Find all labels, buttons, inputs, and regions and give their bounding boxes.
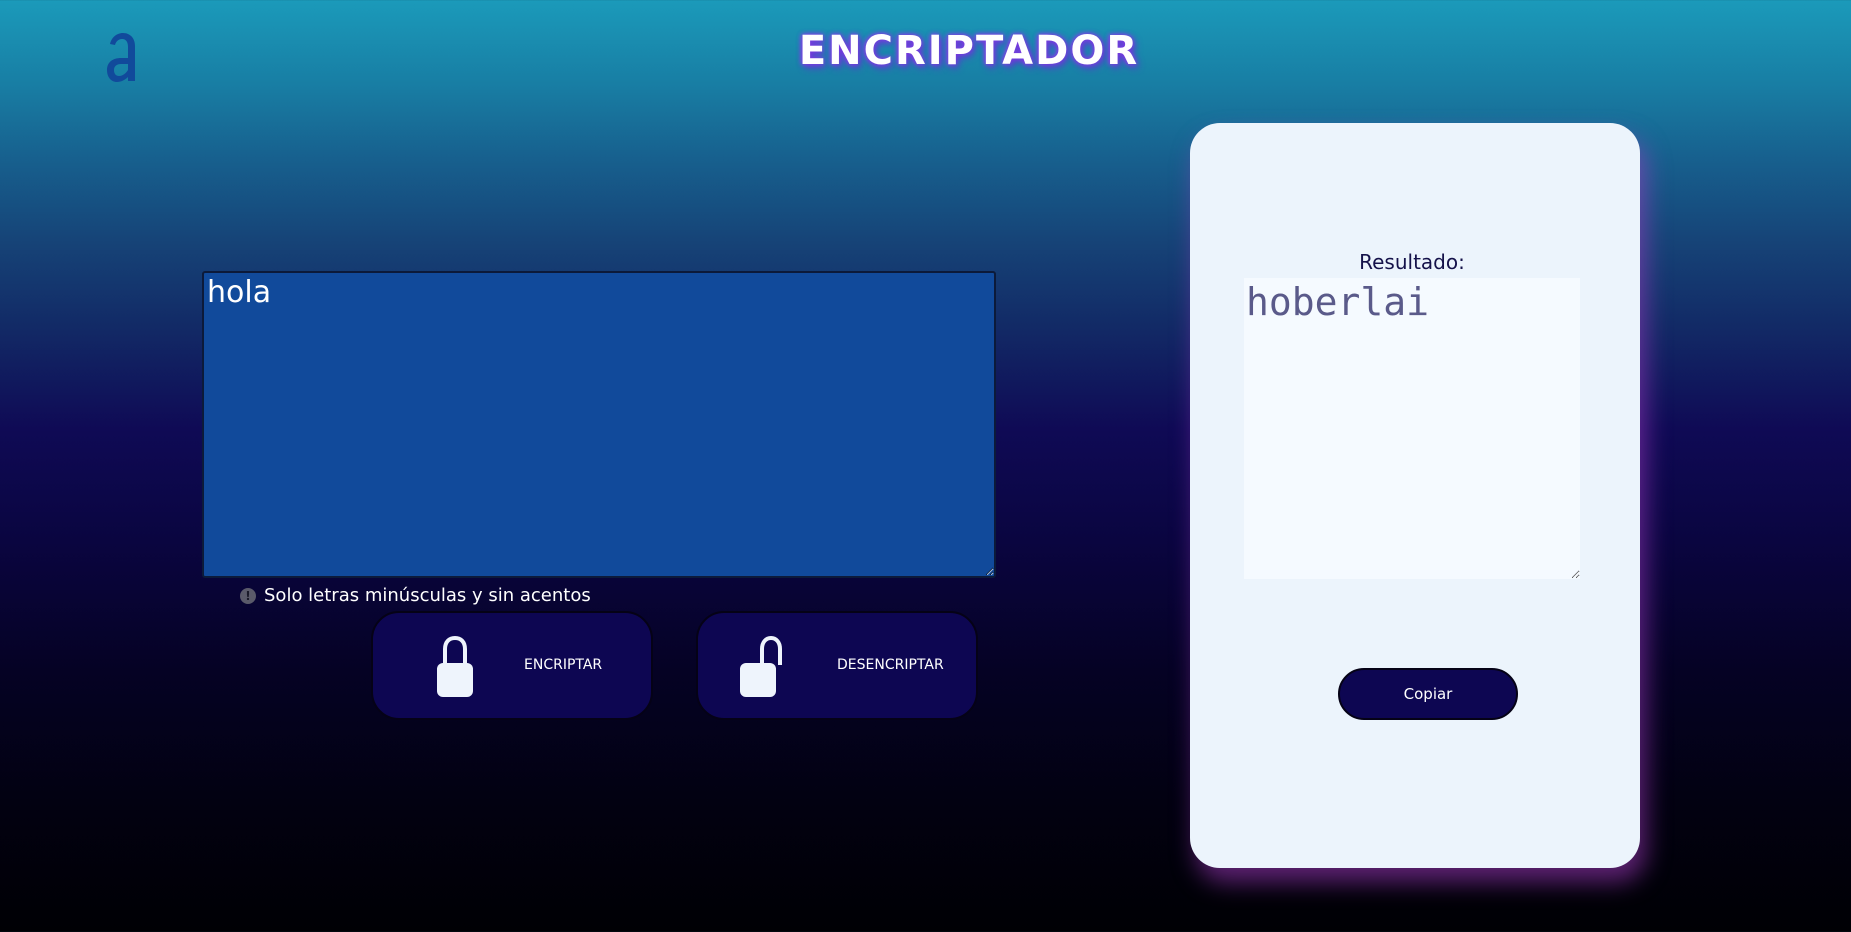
text-input[interactable]: hola [202,271,996,578]
lock-closed-icon [437,635,473,697]
encrypt-button[interactable]: ENCRIPTAR [371,611,653,720]
result-output[interactable]: hoberlai [1244,278,1580,579]
lock-open-icon [740,635,782,697]
decrypt-button[interactable]: DESENCRIPTAR [696,611,978,720]
exclamation-circle-icon: ! [240,587,256,604]
decrypt-label: DESENCRIPTAR [837,657,944,673]
hint-text: Solo letras minúsculas y sin acentos [264,585,591,606]
copy-button[interactable]: Copiar [1338,668,1518,720]
encrypt-label: ENCRIPTAR [524,657,603,673]
result-label: Resultado: [1359,250,1465,274]
input-hint: ! Solo letras minúsculas y sin acentos [240,585,591,606]
result-panel: Resultado: hoberlai Copiar [1190,123,1640,868]
page-title: ENCRIPTADOR [798,28,1140,74]
